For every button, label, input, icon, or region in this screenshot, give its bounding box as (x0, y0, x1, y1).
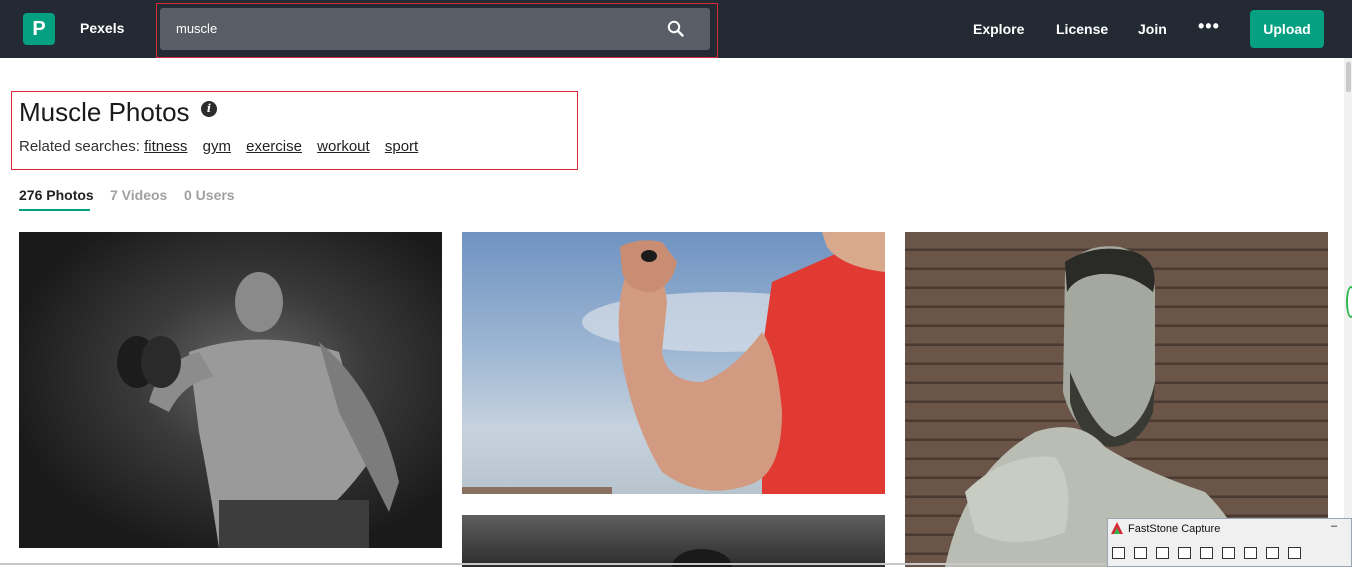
info-icon[interactable]: i (201, 101, 217, 117)
photo-bicep-red-shirt[interactable] (462, 232, 885, 494)
capture-freehand-icon[interactable] (1178, 547, 1191, 559)
photo-man-dumbbell[interactable] (19, 232, 442, 548)
search-icon[interactable] (666, 19, 686, 39)
active-tab-indicator (19, 209, 90, 211)
capture-scrolling-icon[interactable] (1222, 547, 1235, 559)
search-input[interactable] (160, 8, 710, 50)
palette-icon[interactable] (1288, 547, 1301, 559)
tab-videos[interactable]: 7 Videos (110, 187, 167, 203)
scrollbar-thumb[interactable] (1346, 62, 1351, 92)
search-input-value[interactable]: muscle (176, 21, 217, 36)
pexels-logo[interactable]: P (23, 13, 55, 45)
nav-explore[interactable]: Explore (973, 21, 1024, 37)
photo-gym-dark[interactable] (462, 515, 885, 567)
nav-license[interactable]: License (1056, 21, 1108, 37)
related-link-fitness[interactable]: fitness (144, 138, 187, 155)
photo-gym-dark-image (672, 549, 732, 567)
faststone-tools (1112, 546, 1310, 560)
more-options-icon[interactable]: ••• (1198, 16, 1220, 37)
brand-name[interactable]: Pexels (80, 20, 124, 36)
edge-widget-icon[interactable] (1346, 286, 1352, 318)
upload-button[interactable]: Upload (1250, 10, 1324, 48)
nav-join[interactable]: Join (1138, 21, 1167, 37)
page-title: Muscle Photos (19, 97, 190, 127)
screen-recorder-icon[interactable] (1266, 547, 1279, 559)
photo-bicep-red-shirt-image (462, 232, 885, 494)
faststone-title: FastStone Capture (1128, 523, 1221, 535)
related-link-exercise[interactable]: exercise (246, 138, 302, 155)
capture-fullscreen-icon[interactable] (1200, 547, 1213, 559)
capture-fixed-icon[interactable] (1244, 547, 1257, 559)
tab-users[interactable]: 0 Users (184, 187, 235, 203)
taskbar-edge (0, 563, 1106, 565)
capture-object-icon[interactable] (1134, 547, 1147, 559)
related-searches: Related searches: fitness gym exercise w… (19, 138, 429, 155)
faststone-minimize-button[interactable]: – (1331, 520, 1337, 532)
faststone-logo-icon (1111, 522, 1123, 534)
capture-region-icon[interactable] (1156, 547, 1169, 559)
photo-man-bearded[interactable] (905, 232, 1328, 567)
related-link-gym[interactable]: gym (203, 138, 231, 155)
photo-man-dumbbell-image (117, 272, 399, 548)
tab-photos[interactable]: 276 Photos (19, 187, 94, 203)
photo-man-bearded-image (945, 246, 1245, 567)
related-link-sport[interactable]: sport (385, 138, 418, 155)
related-link-workout[interactable]: workout (317, 138, 370, 155)
capture-window-icon[interactable] (1112, 547, 1125, 559)
related-searches-label: Related searches: (19, 138, 140, 155)
